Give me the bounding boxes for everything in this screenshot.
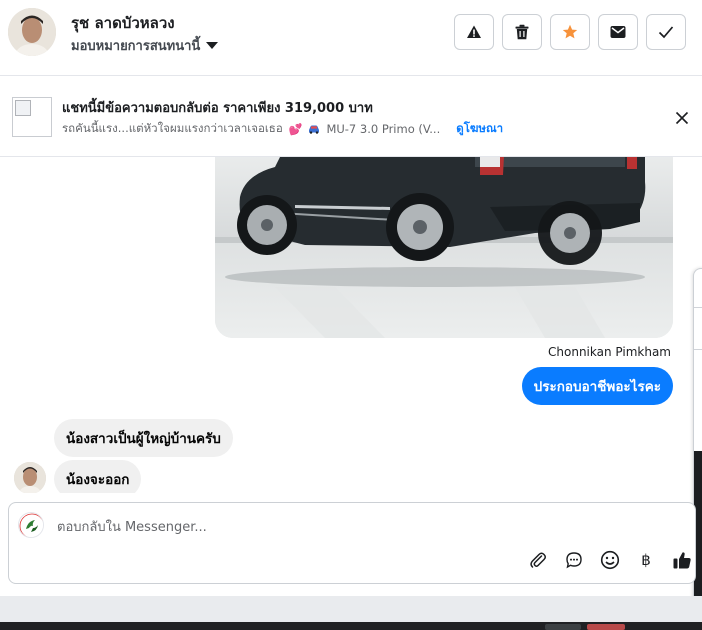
star-button[interactable]: [550, 14, 590, 50]
contact-avatar-small[interactable]: [14, 462, 46, 493]
banner-title: แชทนี้มีข้อความตอบกลับต่อ ราคาเพียง 319,…: [62, 101, 373, 116]
car-icon: [309, 125, 320, 134]
banner-subtitle: รถคันนี้แรง...แต่หัวใจผมแรงกว่าเวลาเจอเธ…: [62, 120, 503, 138]
message-thread[interactable]: Chonnikan Pimkham ประกอบอาชีพอะไรคะ น้อง…: [0, 157, 702, 493]
payment-button[interactable]: ฿: [635, 549, 657, 571]
emoji-button[interactable]: [599, 549, 621, 571]
warning-icon: [467, 25, 481, 38]
reply-composer: ฿: [8, 502, 696, 584]
star-icon: [562, 24, 578, 39]
header-actions: [454, 14, 686, 50]
mail-icon: [610, 26, 626, 38]
hearts-emoji: 💕: [288, 122, 303, 136]
ad-reply-banner: แชทนี้มีข้อความตอบกลับต่อ ราคาเพียง 319,…: [0, 77, 702, 157]
taskbar-item[interactable]: [587, 624, 625, 630]
panel-divider: [694, 349, 702, 350]
reply-input[interactable]: [57, 517, 617, 537]
contact-name[interactable]: รุช ลาดบัวหลวง: [71, 11, 175, 35]
taskbar-strip: [0, 622, 702, 630]
done-button[interactable]: [646, 14, 686, 50]
conversation-header: รุช ลาดบัวหลวง มอบหมายการสนทนานี้: [0, 0, 702, 76]
close-icon: [675, 111, 689, 125]
trash-icon: [515, 24, 529, 40]
contact-avatar[interactable]: [8, 8, 56, 56]
banner-product: MU-7 3.0 Primo (V...: [326, 122, 441, 136]
incoming-message[interactable]: น้องจะออก: [54, 460, 142, 493]
report-button[interactable]: [454, 14, 494, 50]
incoming-message[interactable]: น้องสาวเป็นผู้ใหญ่บ้านครับ: [54, 419, 233, 457]
outgoing-message[interactable]: ประกอบอาชีพอะไรคะ: [521, 367, 673, 405]
footer-band: [0, 596, 702, 622]
assign-conversation-dropdown[interactable]: มอบหมายการสนทนานี้: [71, 35, 219, 56]
ad-thumbnail[interactable]: [12, 97, 52, 137]
like-button[interactable]: [671, 549, 693, 571]
chat-bubble-icon: [566, 552, 582, 569]
smiley-icon: [600, 550, 620, 570]
taskbar-item[interactable]: [545, 624, 581, 630]
baht-icon: ฿: [641, 551, 651, 569]
delete-button[interactable]: [502, 14, 542, 50]
panel-divider: [694, 307, 702, 308]
banner-snippet: รถคันนี้แรง...แต่หัวใจผมแรงกว่าเวลาเจอเธ…: [62, 121, 283, 135]
attach-button[interactable]: [527, 549, 549, 571]
paperclip-icon: [530, 552, 546, 568]
sender-name: Chonnikan Pimkham: [548, 345, 671, 359]
saved-reply-button[interactable]: [563, 549, 585, 571]
view-ad-link[interactable]: ดูโฆษณา: [456, 120, 503, 138]
thumbs-up-icon: [673, 552, 691, 569]
check-icon: [658, 26, 674, 39]
composer-tools: ฿: [527, 549, 693, 571]
caret-down-icon: [206, 42, 219, 49]
page-logo: [18, 512, 44, 538]
mark-unread-button[interactable]: [598, 14, 638, 50]
inbox-conversation: รุช ลาดบัวหลวง มอบหมายการสนทนานี้ แชทนี้…: [0, 0, 702, 630]
car-photo-attachment[interactable]: [215, 157, 673, 338]
assign-label: มอบหมายการสนทนานี้: [71, 39, 201, 54]
close-banner-button[interactable]: [670, 106, 694, 130]
